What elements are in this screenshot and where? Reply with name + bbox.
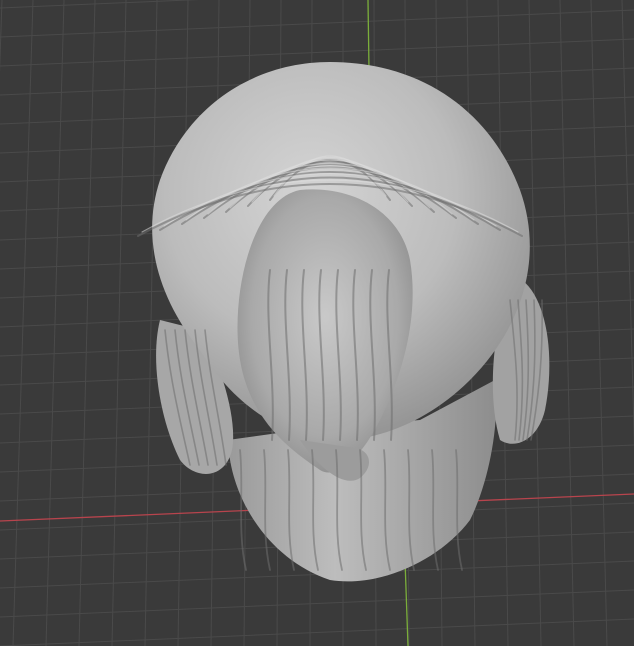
grid-line [111,0,127,646]
grid-line [12,0,34,646]
grid-line [0,618,634,646]
sculpt-model[interactable] [137,62,550,582]
grid-line [559,0,575,646]
grid-line [144,0,158,646]
grid-line [45,0,65,646]
y-axis-line-upper [367,0,370,71]
3d-viewport[interactable] [0,0,634,646]
y-axis-line-lower [404,559,409,646]
grid-line [0,0,3,74]
grid-line [0,38,634,67]
viewport-scene[interactable] [0,0,634,646]
grid-line [0,589,634,618]
grid-line [590,0,608,646]
